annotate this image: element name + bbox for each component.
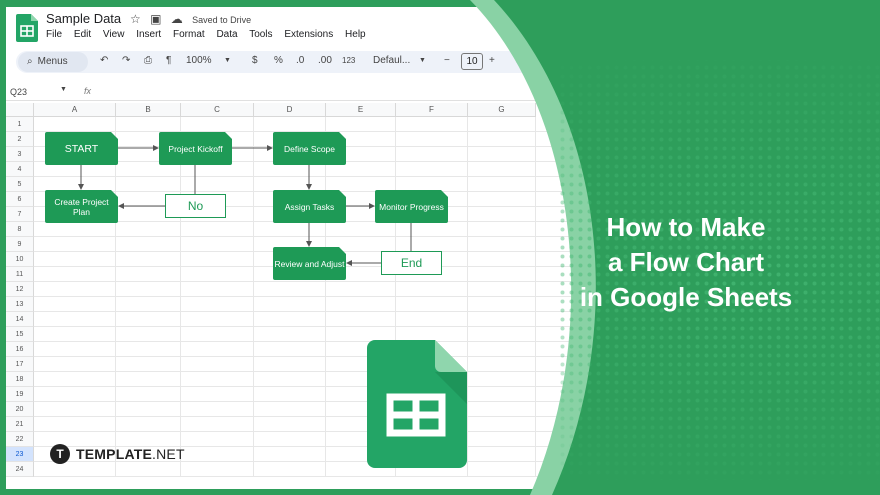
row-header[interactable]: 22: [6, 432, 34, 447]
grid-line: [34, 326, 880, 327]
template-net-logo: T TEMPLATE.NET: [50, 444, 185, 464]
headline: How to Make a Flow Chart in Google Sheet…: [548, 210, 824, 315]
row-header[interactable]: 14: [6, 312, 34, 327]
row-header[interactable]: 15: [6, 327, 34, 342]
row-header[interactable]: 18: [6, 372, 34, 387]
row-header[interactable]: 19: [6, 387, 34, 402]
headline-line-1: How to Make: [606, 212, 766, 242]
row-header[interactable]: 17: [6, 357, 34, 372]
row-header[interactable]: 20: [6, 402, 34, 417]
row-header[interactable]: 21: [6, 417, 34, 432]
headline-line-2: a Flow Chart: [607, 247, 764, 277]
headline-line-3: in Google Sheets: [579, 282, 793, 312]
template-logo-icon: T: [50, 444, 70, 464]
row-header[interactable]: 24: [6, 462, 34, 477]
brand-name: TEMPLATE.NET: [76, 446, 185, 462]
google-sheets-logo-icon: [367, 340, 467, 468]
row-header[interactable]: 16: [6, 342, 34, 357]
grid-line: [34, 476, 880, 477]
row-header[interactable]: 23: [6, 447, 34, 462]
